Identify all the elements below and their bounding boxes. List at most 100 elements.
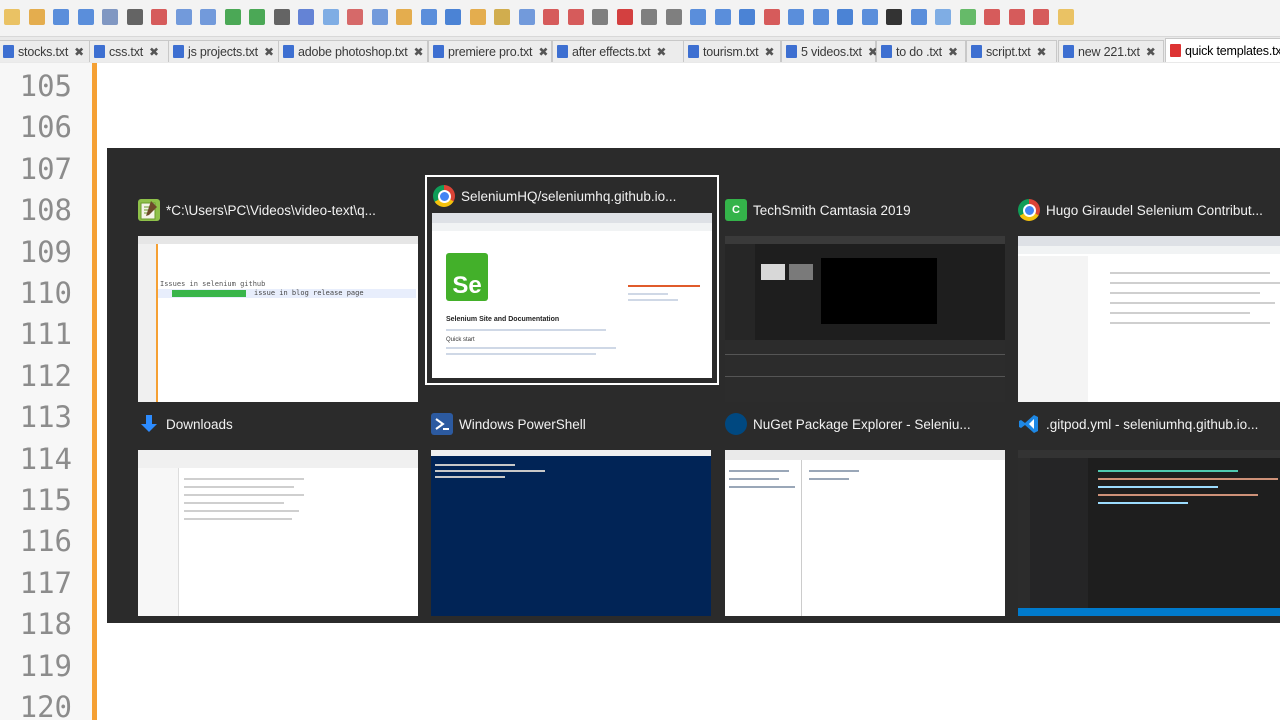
line-number: 116 [19, 524, 72, 559]
up-icon[interactable] [812, 9, 829, 25]
redo-icon[interactable] [249, 9, 265, 25]
tab[interactable]: premiere pro.txt ✖ [428, 40, 552, 62]
close-icon[interactable]: ✖ [149, 45, 159, 59]
sync-h-icon[interactable] [396, 9, 412, 25]
window-title: Hugo Giraudel Selenium Contribut... [1046, 202, 1263, 218]
table-icon[interactable] [886, 9, 902, 25]
close-icon[interactable]: ✖ [948, 45, 958, 59]
word-wrap-icon[interactable] [420, 9, 437, 25]
thumbnail-heading: Selenium Site and Documentation [446, 316, 560, 323]
record-icon[interactable] [616, 9, 633, 25]
spell-icon[interactable] [959, 9, 976, 25]
close-icon[interactable]: ✖ [414, 45, 424, 59]
window-card-powershell[interactable]: Windows PowerShell [429, 388, 711, 616]
down-icon[interactable] [837, 9, 853, 25]
window-thumbnail: Issues in selenium github issue in blog … [138, 236, 418, 402]
copy-icon[interactable] [175, 9, 192, 25]
window-card-header: NuGet Package Explorer - Seleniu... [725, 410, 1005, 438]
window-card-nuget[interactable]: NuGet Package Explorer - Seleniu... [723, 388, 1005, 616]
file-icon [1170, 44, 1181, 57]
sync-v-icon[interactable] [371, 9, 388, 25]
tab[interactable]: quick templates.txt [1165, 38, 1280, 62]
window-card-camtasia[interactable]: C TechSmith Camtasia 2019 [723, 174, 1005, 402]
window-card-seleniumhq[interactable]: SeleniumHQ/seleniumhq.github.io... Se Se… [425, 175, 719, 385]
line-number: 109 [19, 234, 72, 269]
tab[interactable]: adobe photoshop.txt ✖ [278, 40, 428, 62]
markdown-icon[interactable] [910, 9, 927, 25]
line-number: 117 [19, 565, 72, 600]
line-number: 107 [19, 151, 72, 186]
tab[interactable]: stocks.txt ✖ [0, 40, 92, 62]
save-icon[interactable] [53, 9, 69, 25]
open-file-icon[interactable] [28, 9, 45, 25]
column-icon[interactable] [763, 9, 780, 25]
window-thumbnail [725, 450, 1005, 616]
play-icon[interactable] [665, 9, 682, 25]
close-icon[interactable] [102, 9, 118, 25]
print-icon[interactable] [126, 9, 143, 25]
file-icon [688, 45, 699, 58]
vscode-icon [1018, 413, 1040, 435]
window-card-hugo[interactable]: Hugo Giraudel Selenium Contribut... [1016, 174, 1280, 402]
tab[interactable]: tourism.txt ✖ [683, 40, 781, 62]
paste-icon[interactable] [200, 9, 216, 25]
monitor-icon[interactable] [592, 9, 608, 25]
tab[interactable]: script.txt ✖ [966, 40, 1057, 62]
doc-map-icon[interactable] [518, 9, 535, 25]
window-card-vscode[interactable]: .gitpod.yml - seleniumhq.github.io... [1016, 388, 1280, 616]
replace-icon[interactable] [298, 9, 314, 25]
zoom-in-icon[interactable] [322, 9, 339, 25]
zoom-out-icon[interactable] [347, 9, 363, 25]
tab[interactable]: css.txt ✖ [89, 40, 173, 62]
logo-text: Se [452, 272, 482, 299]
stop-icon[interactable] [641, 9, 657, 25]
tab[interactable]: to do .txt ✖ [876, 40, 966, 62]
fold-icon[interactable] [788, 9, 804, 25]
window-card-header: Hugo Giraudel Selenium Contribut... [1018, 196, 1280, 224]
tab[interactable]: js projects.txt ✖ [168, 40, 281, 62]
tab-label: after effects.txt [572, 44, 651, 59]
window-card-downloads[interactable]: Downloads [136, 388, 418, 616]
file-icon [786, 45, 797, 58]
play-multi-icon[interactable] [690, 9, 706, 25]
next-icon[interactable] [1057, 9, 1074, 25]
window-title: NuGet Package Explorer - Seleniu... [753, 416, 971, 432]
close-icon[interactable]: ✖ [264, 45, 274, 59]
window-card-notepad[interactable]: *C:\Users\PC\Videos\video-text\q... Issu… [136, 174, 418, 402]
tab[interactable]: 5 videos.txt ✖ [781, 40, 878, 62]
close-icon[interactable]: ✖ [656, 45, 666, 59]
folder-icon[interactable] [567, 9, 584, 25]
function-list-icon[interactable] [543, 9, 559, 25]
bookmark-icon[interactable] [739, 9, 755, 25]
show-symbols-icon[interactable] [445, 9, 461, 25]
find-icon[interactable] [273, 9, 290, 25]
close-icon[interactable]: ✖ [538, 45, 548, 59]
file-icon [971, 45, 982, 58]
cut-icon[interactable] [151, 9, 167, 25]
selenium-logo: Se [446, 253, 488, 301]
close-icon[interactable]: ✖ [764, 45, 774, 59]
first-icon[interactable] [1008, 9, 1025, 25]
tab[interactable]: after effects.txt ✖ [552, 40, 684, 62]
window-title: Windows PowerShell [459, 416, 586, 432]
new-file-icon[interactable] [4, 9, 20, 25]
close-icon[interactable]: ✖ [74, 45, 84, 59]
line-number: 110 [19, 276, 72, 310]
window-title: TechSmith Camtasia 2019 [753, 202, 911, 218]
code-icon[interactable] [935, 9, 951, 25]
tab-label: tourism.txt [703, 44, 759, 59]
indent-guide-icon[interactable] [469, 9, 486, 25]
close-icon[interactable]: ✖ [1037, 45, 1047, 59]
save-all-icon[interactable] [77, 9, 94, 25]
window-card-header: Windows PowerShell [431, 410, 711, 438]
undo-icon[interactable] [224, 9, 241, 25]
check-icon[interactable] [984, 9, 1000, 25]
close-icon[interactable]: ✖ [1146, 45, 1156, 59]
filter-icon[interactable] [861, 9, 878, 25]
lang-icon[interactable] [494, 9, 510, 25]
save-macro-icon[interactable] [714, 9, 731, 25]
prev-icon[interactable] [1033, 9, 1049, 25]
file-icon [94, 45, 105, 58]
tab[interactable]: new 221.txt ✖ [1058, 40, 1164, 62]
line-number: 118 [19, 607, 72, 642]
